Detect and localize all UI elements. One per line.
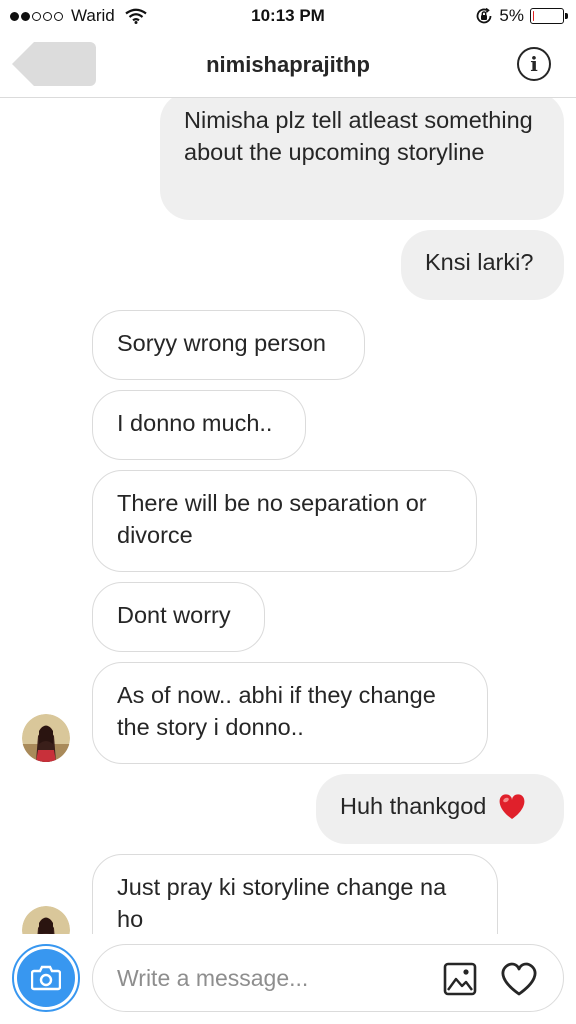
message-composer	[0, 934, 576, 1024]
message-bubble-incoming[interactable]: Soryy wrong person	[92, 310, 365, 380]
message-bubble-incoming[interactable]: Dont worry	[92, 582, 265, 652]
heart-emoji-icon	[499, 794, 525, 819]
message-bubble-incoming[interactable]: There will be no separation or divorce	[92, 470, 477, 572]
info-label: i	[530, 52, 538, 76]
message-input[interactable]	[117, 945, 417, 1011]
message-thread[interactable]: Nimisha plz tell atleast something about…	[0, 98, 576, 934]
message-bubble-outgoing[interactable]: Knsi larki?	[401, 230, 564, 300]
avatar[interactable]	[22, 906, 70, 934]
battery-icon	[530, 8, 568, 24]
avatar[interactable]	[22, 714, 70, 762]
battery-level	[533, 11, 535, 21]
status-right: 5%	[475, 6, 568, 26]
message-field	[92, 944, 564, 1012]
camera-icon	[31, 965, 61, 991]
message-text: Knsi larki?	[425, 249, 534, 275]
camera-button[interactable]	[12, 944, 80, 1012]
message-bubble-outgoing[interactable]: Huh thankgod	[316, 774, 564, 844]
message-bubble-outgoing[interactable]: Nimisha plz tell atleast something about…	[160, 98, 564, 220]
conversation-title[interactable]: nimishaprajithp	[0, 52, 576, 78]
message-text: Nimisha plz tell atleast something about…	[184, 107, 533, 165]
message-text: As of now.. abhi if they change the stor…	[117, 682, 436, 740]
message-bubble-incoming[interactable]: As of now.. abhi if they change the stor…	[92, 662, 488, 764]
message-text: There will be no separation or divorce	[117, 490, 427, 548]
message-text: Dont worry	[117, 602, 231, 628]
info-icon[interactable]: i	[517, 47, 551, 81]
message-bubble-incoming[interactable]: I donno much..	[92, 390, 306, 460]
status-bar: Warid 10:13 PM 5%	[0, 0, 576, 32]
message-text: Huh thankgod	[340, 793, 487, 819]
battery-percent: 5%	[499, 6, 524, 25]
gallery-icon[interactable]	[443, 962, 477, 996]
message-text: I donno much..	[117, 410, 273, 436]
heart-icon[interactable]	[499, 961, 539, 997]
camera-button-fill	[17, 949, 75, 1007]
message-bubble-incoming[interactable]: Just pray ki storyline change na ho	[92, 854, 498, 934]
message-text: Soryy wrong person	[117, 330, 326, 356]
orientation-lock-icon	[477, 7, 492, 24]
conversation-header: nimishaprajithp i	[0, 32, 576, 98]
message-text: Just pray ki storyline change na ho	[117, 874, 447, 932]
